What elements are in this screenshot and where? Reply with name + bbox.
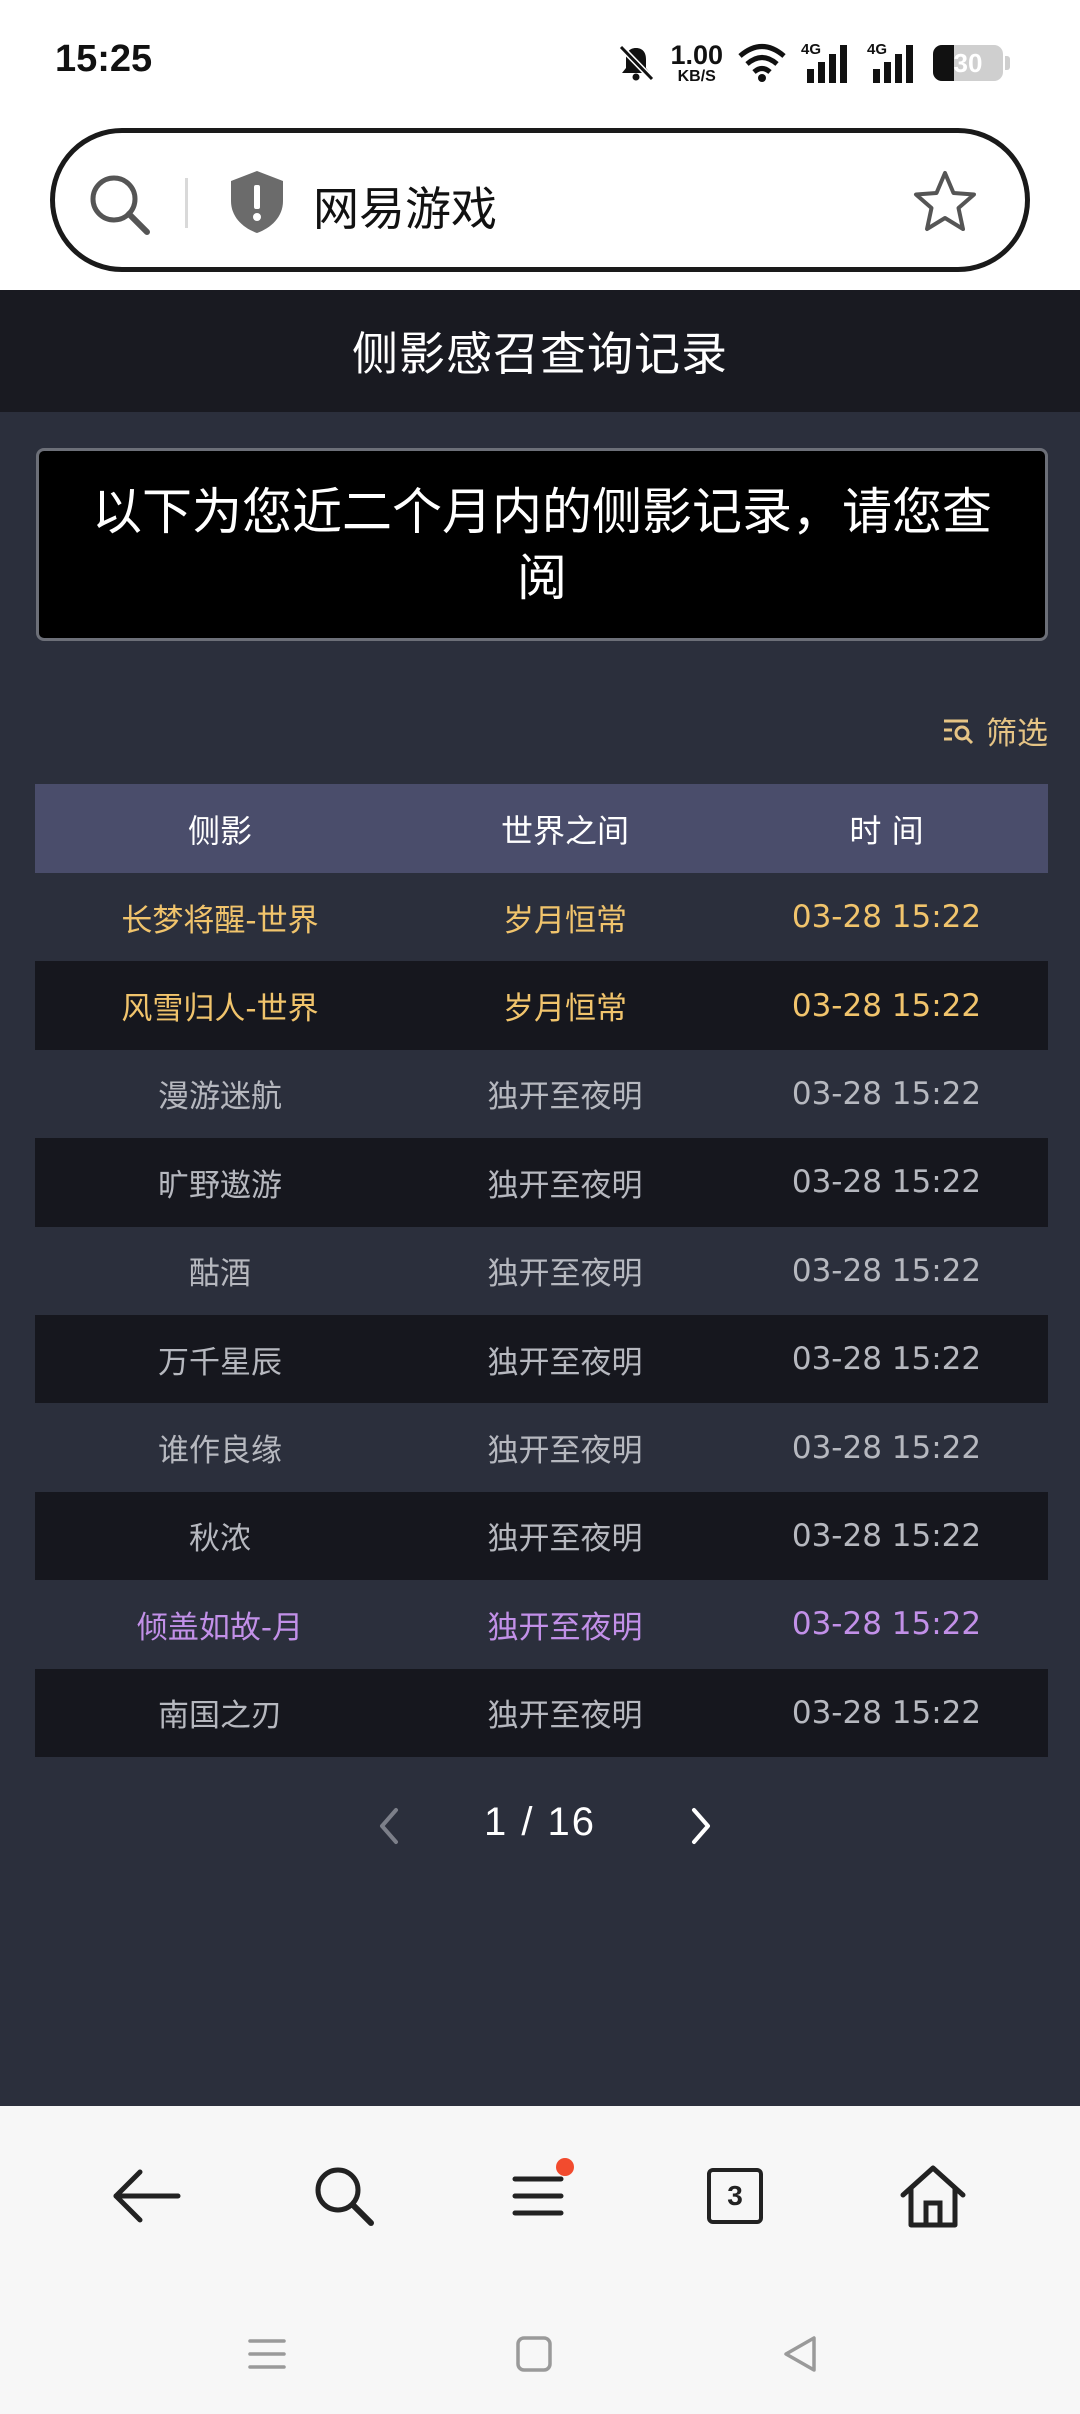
search-icon [315,2167,374,2226]
status-icons: 1.00 KB/S 4G 4G 30 [616,40,1010,86]
cell-time: 03-28 15:22 [791,1075,982,1112]
page-title: 侧影感召查询记录 [352,327,728,381]
table-row: 南国之刃 独开至夜明 03-28 15:22 [35,1668,1048,1757]
next-page-icon[interactable] [680,1804,720,1848]
cell-world: 岁月恒常 [503,902,627,939]
column-header-time: 时 间 [849,811,924,850]
battery-indicator: 30 [933,45,1003,81]
search-icon[interactable] [85,170,155,240]
back-button[interactable] [106,2156,186,2236]
site-title[interactable]: 网易游戏 [313,173,497,239]
square-home-icon [516,2336,552,2372]
search-nav-button[interactable] [304,2156,384,2236]
browser-bottom-nav: 3 [0,2106,1080,2284]
status-time: 15:25 [55,38,153,80]
cell-world: 岁月恒常 [503,991,627,1028]
network-speed-unit: KB/S [677,67,716,85]
cell-time: 03-28 15:22 [791,1164,982,1201]
notice-box: 以下为您近二个月内的侧影记录，请您查阅 [36,448,1048,641]
records-table: 侧影 世界之间 时 间 长梦将醒-世界 岁月恒常 03-28 15:22 风雪归人-世… [35,784,1048,1757]
signal-bars-icon [807,45,847,83]
table-row: 漫游迷航 独开至夜明 03-28 15:22 [35,1049,1048,1139]
cell-shadow-name: 酤酒 [189,1256,251,1293]
home-button[interactable] [893,2156,973,2236]
cell-world: 独开至夜明 [487,1167,643,1204]
cell-shadow-name: 漫游迷航 [158,1079,282,1116]
security-shield-icon[interactable] [227,169,287,235]
menu-icon [512,2176,564,2216]
back-arrow-icon [113,2169,181,2223]
triangle-back-icon [784,2336,816,2372]
cell-time: 03-28 15:22 [791,1429,982,1466]
signal-strength-2: 4G [867,41,919,83]
menu-button[interactable] [498,2156,578,2236]
battery-cap [1005,56,1010,70]
recent-apps-button[interactable] [237,2324,297,2384]
cell-shadow-name: 谁作良缘 [158,1433,282,1470]
bookmark-star-icon[interactable] [910,168,980,238]
table-body: 长梦将醒-世界 岁月恒常 03-28 15:22 风雪归人-世界 岁月恒常 03-28 1… [35,873,1048,1757]
cell-time: 03-28 15:22 [791,899,982,936]
cell-shadow-name: 万千星辰 [158,1344,282,1381]
recent-apps-icon [248,2339,286,2369]
cell-shadow-name: 旷野遨游 [158,1167,282,1204]
filter-button[interactable]: 筛选 [942,708,1048,753]
cell-shadow-name: 长梦将醒-世界 [121,902,319,939]
cell-world: 独开至夜明 [487,1433,643,1470]
browser-toolbar: 网易游戏 [0,125,1080,290]
page-indicator: 1 / 16 [483,1800,597,1844]
table-row: 风雪归人-世界 岁月恒常 03-28 15:22 [35,961,1048,1050]
cell-shadow-name: 南国之刃 [158,1698,282,1735]
table-row: 秋浓 独开至夜明 03-28 15:22 [35,1491,1048,1581]
cell-shadow-name: 倾盖如故-月 [136,1609,304,1646]
table-row: 谁作良缘 独开至夜明 03-28 15:22 [35,1403,1048,1492]
system-home-button[interactable] [504,2324,564,2384]
cell-time: 03-28 15:22 [791,1606,982,1643]
cell-shadow-name: 秋浓 [189,1521,251,1558]
battery-level: 30 [953,48,983,78]
tabs-count: 3 [707,2168,763,2224]
status-bar: 15:25 1.00 KB/S 4G 4G 30 [0,0,1080,125]
signal-strength-1: 4G [801,41,853,83]
cell-time: 03-28 15:22 [791,1694,982,1731]
wifi-icon [738,44,786,82]
notification-dot [556,2158,574,2176]
notice-text: 以下为您近二个月内的侧影记录，请您查阅 [92,482,992,607]
table-row: 倾盖如故-月 独开至夜明 03-28 15:22 [35,1580,1048,1669]
network-speed: 1.00 KB/S [670,39,723,85]
table-header: 侧影 世界之间 时 间 [35,784,1048,873]
pagination: 1 / 16 [0,1790,1080,1860]
cell-world: 独开至夜明 [487,1609,643,1646]
cell-world: 独开至夜明 [487,1256,643,1293]
tabs-button[interactable]: 3 [695,2156,775,2236]
home-icon [900,2165,966,2228]
system-back-button[interactable] [771,2324,831,2384]
mute-bell-icon [619,44,655,82]
cell-time: 03-28 15:22 [791,1341,982,1378]
filter-list-icon [944,719,974,744]
address-bar[interactable]: 网易游戏 [50,128,1030,272]
cell-time: 03-28 15:22 [791,1252,982,1289]
column-header-shadow: 侧影 [187,811,252,850]
page-header: 侧影感召查询记录 [0,290,1080,412]
table-row: 旷野遨游 独开至夜明 03-28 15:22 [35,1138,1048,1227]
filter-label: 筛选 [986,716,1048,752]
address-divider [185,178,188,228]
system-nav-bar [0,2284,1080,2414]
cell-time: 03-28 15:22 [791,987,982,1024]
cell-world: 独开至夜明 [487,1344,643,1381]
table-row: 万千星辰 独开至夜明 03-28 15:22 [35,1314,1048,1404]
table-row: 长梦将醒-世界 岁月恒常 03-28 15:22 [35,873,1048,962]
cell-world: 独开至夜明 [487,1521,643,1558]
cell-shadow-name: 风雪归人-世界 [121,991,319,1028]
cell-world: 独开至夜明 [487,1698,643,1735]
network-speed-value: 1.00 [670,39,723,70]
cell-world: 独开至夜明 [487,1079,643,1116]
signal-bars-icon [873,45,913,83]
column-header-world: 世界之间 [500,811,629,850]
cell-time: 03-28 15:22 [791,1517,982,1554]
table-row: 酤酒 独开至夜明 03-28 15:22 [35,1226,1048,1315]
